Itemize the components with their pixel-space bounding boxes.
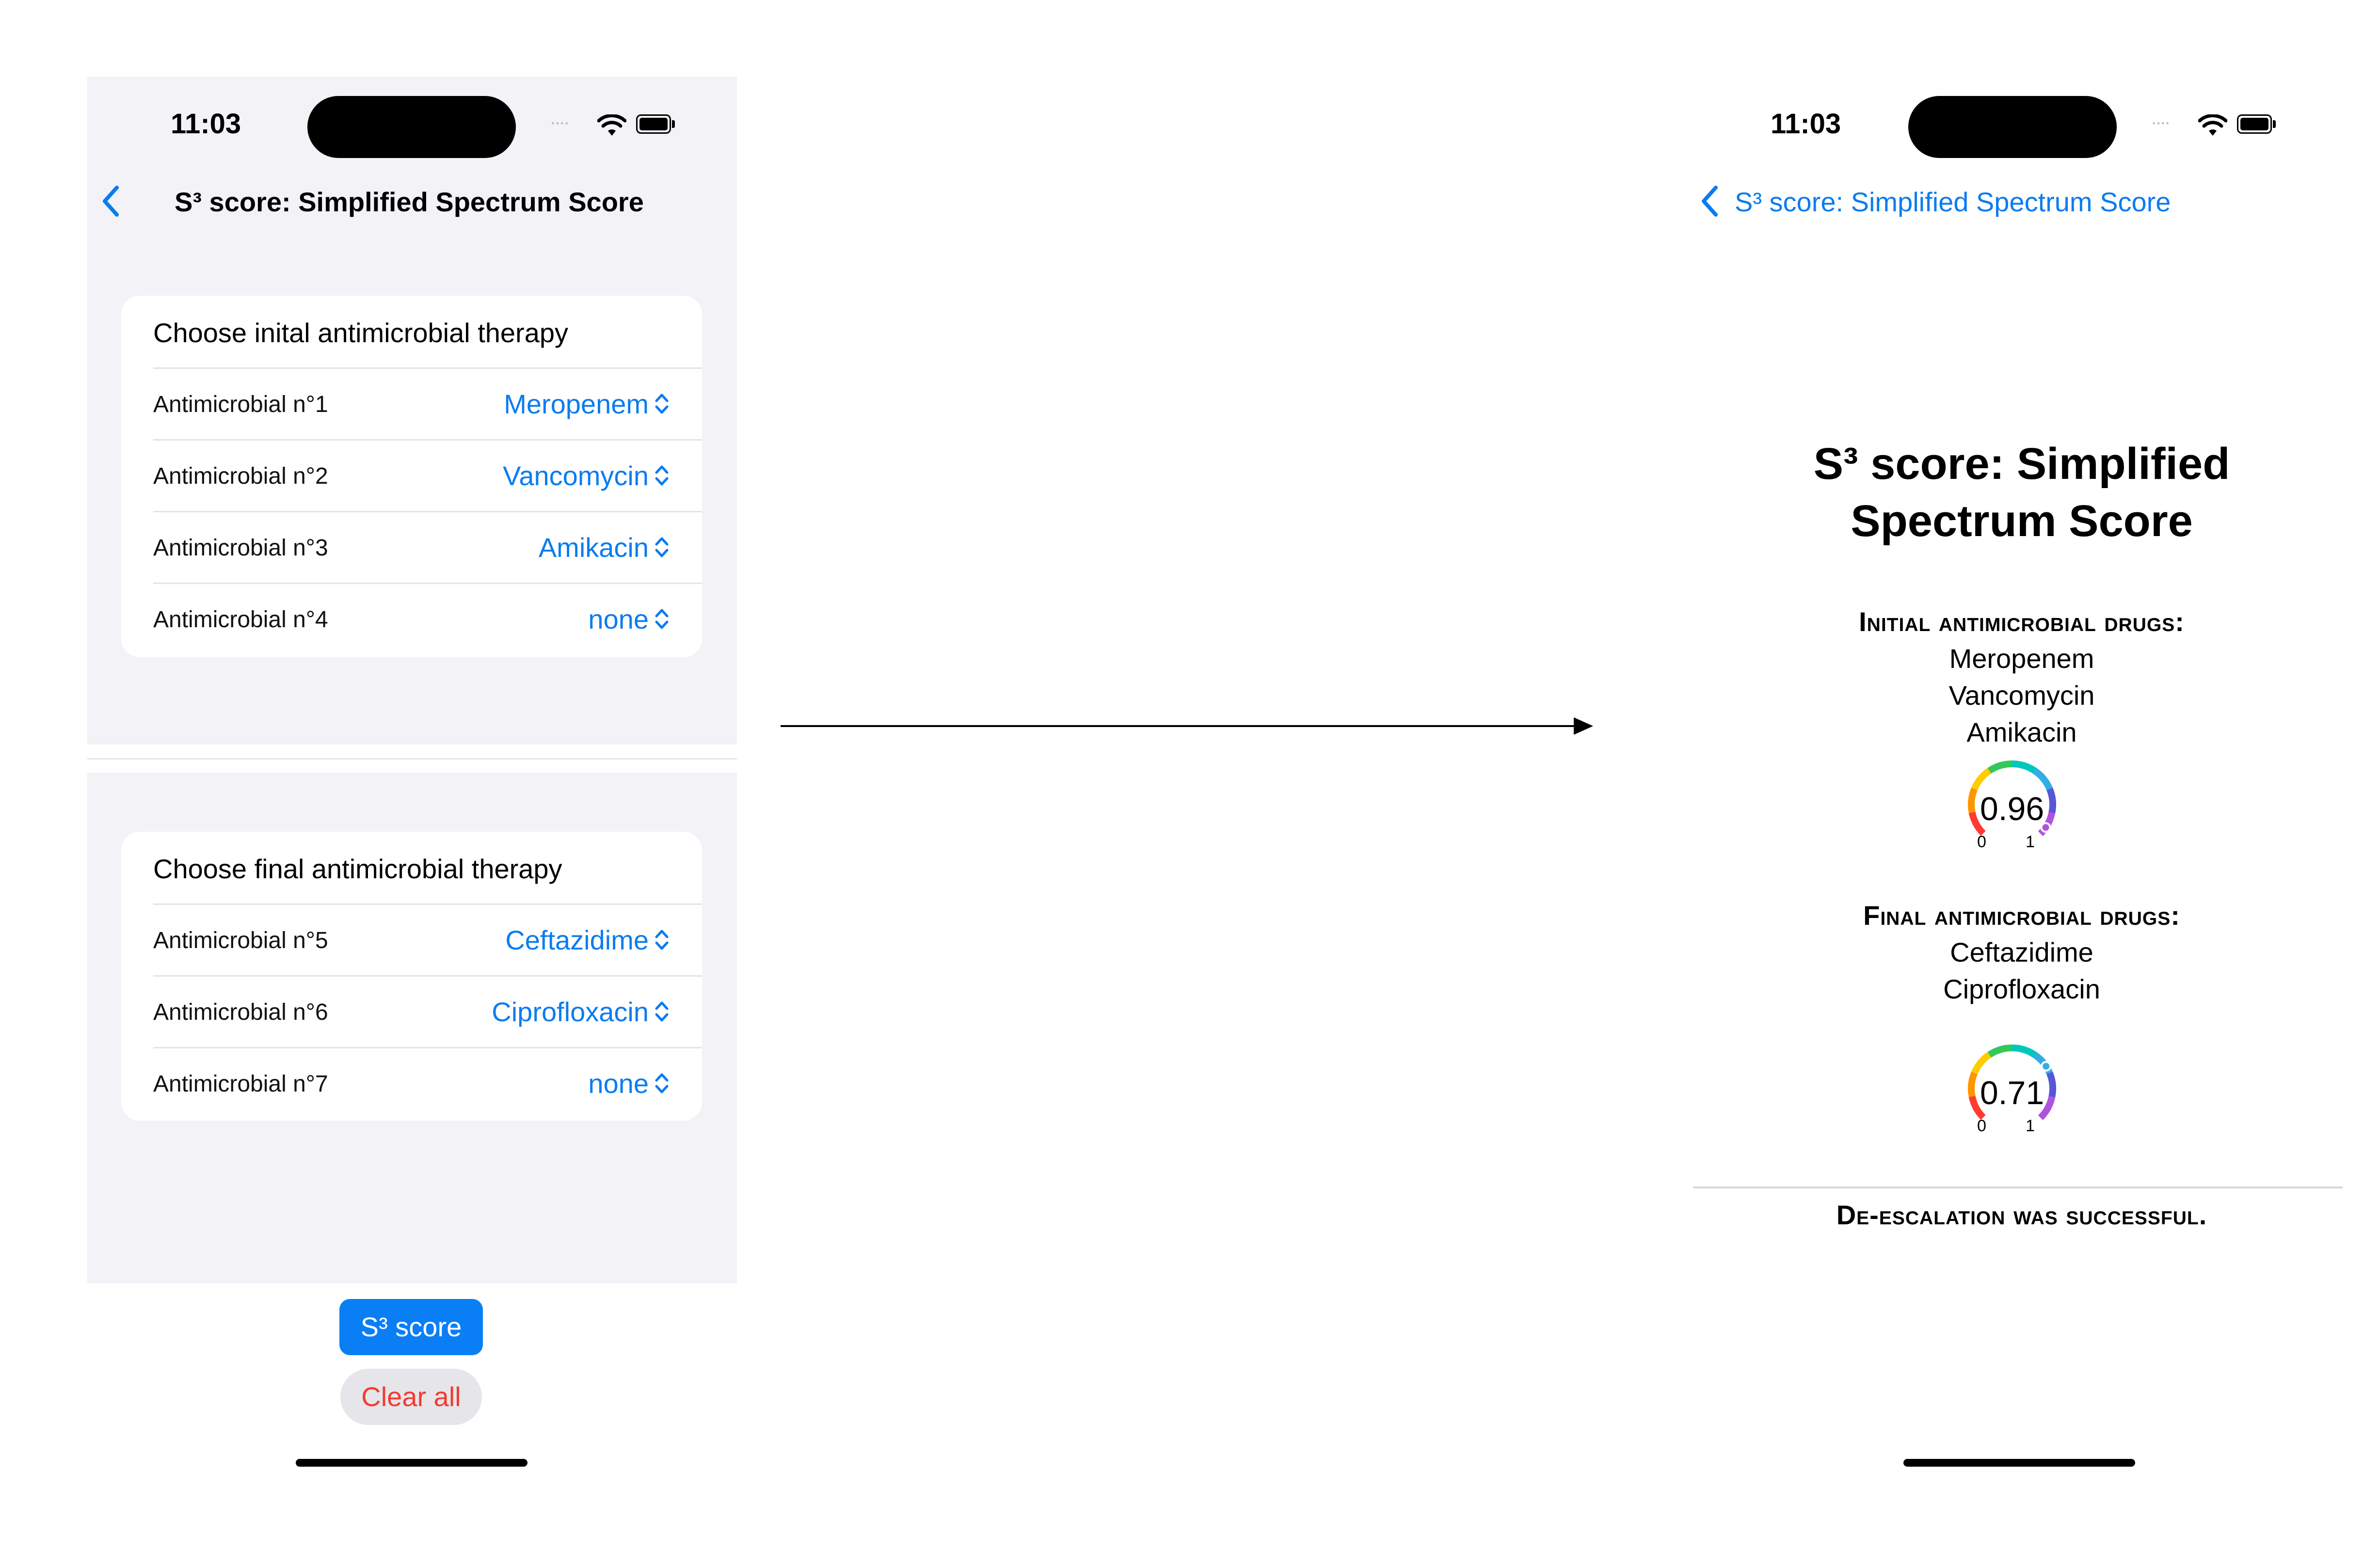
gauge-arc-segment <box>1987 760 2013 774</box>
chevron-up-down-icon <box>655 609 669 629</box>
s3-score-button[interactable]: S³ score <box>339 1299 483 1355</box>
chevron-up-down-icon <box>655 930 669 950</box>
gauge-marker <box>2043 1062 2050 1070</box>
gauge-arc-segment <box>1971 767 1992 791</box>
picker-value[interactable]: none <box>588 603 649 635</box>
picker-value[interactable]: Ciprofloxacin <box>492 996 649 1028</box>
back-chevron-icon[interactable] <box>101 185 120 217</box>
picker-value[interactable]: Meropenem <box>504 388 649 420</box>
wifi-icon <box>2198 114 2227 136</box>
final-drug: Ciprofloxacin <box>1943 974 2100 1004</box>
antimicrobial-row-5[interactable]: Antimicrobial n°5 Ceftazidime <box>153 903 702 977</box>
chevron-up-down-icon <box>655 537 669 557</box>
gauge-max-label: 1 <box>2026 1117 2035 1135</box>
row-label: Antimicrobial n°6 <box>153 999 328 1025</box>
row-label: Antimicrobial n°4 <box>153 607 328 633</box>
gauge-arc-segment <box>2032 768 2053 791</box>
dynamic-island <box>1908 96 2117 158</box>
gauge-min-label: 0 <box>1977 1117 1986 1135</box>
antimicrobial-row-6[interactable]: Antimicrobial n°6 Ciprofloxacin <box>153 975 702 1048</box>
row-label: Antimicrobial n°5 <box>153 928 328 953</box>
gauge-arc-segment <box>1971 1051 1992 1075</box>
result-divider <box>1693 1187 2343 1188</box>
cellular-signal-icon: ···· <box>2151 111 2171 133</box>
initial-drugs-heading: Initial antimicrobial drugs: <box>1859 606 2185 637</box>
initial-score-value: 0.96 <box>1980 791 2045 827</box>
nav-title: S³ score: Simplified Spectrum Score <box>175 187 644 217</box>
initial-drug: Meropenem <box>1949 643 2094 674</box>
initial-drug: Vancomycin <box>1949 680 2095 711</box>
antimicrobial-row-3[interactable]: Antimicrobial n°3 Amikacin <box>153 511 702 584</box>
battery-icon <box>2237 114 2276 134</box>
final-score-value: 0.71 <box>1980 1075 2045 1111</box>
chevron-up-down-icon <box>655 394 669 414</box>
picker-value[interactable]: Vancomycin <box>503 460 649 491</box>
row-label: Antimicrobial n°3 <box>153 535 328 561</box>
back-label: S³ score: Simplified Spectrum Score <box>1735 187 2171 217</box>
gauge-max-label: 1 <box>2026 833 2035 851</box>
arrow-right-icon <box>781 717 1593 735</box>
picker-value[interactable]: none <box>588 1068 649 1099</box>
result-title-line1: S³ score: Simplified <box>1813 439 2230 489</box>
final-drugs-heading: Final antimicrobial drugs: <box>1863 900 2180 931</box>
status-time: 11:03 <box>1771 108 1841 140</box>
gauge-arc-segment <box>1987 1045 2013 1058</box>
antimicrobial-row-1[interactable]: Antimicrobial n°1 Meropenem <box>153 367 702 441</box>
home-indicator <box>296 1459 527 1467</box>
clear-all-button[interactable]: Clear all <box>340 1369 482 1425</box>
antimicrobial-row-2[interactable]: Antimicrobial n°2 Vancomycin <box>153 439 702 512</box>
row-label: Antimicrobial n°1 <box>153 392 328 417</box>
battery-icon <box>636 114 675 134</box>
chevron-up-down-icon <box>655 1073 669 1093</box>
status-time: 11:03 <box>171 108 241 140</box>
initial-therapy-header: Choose inital antimicrobial therapy <box>153 317 568 348</box>
home-indicator <box>1903 1459 2135 1467</box>
gauge-arc-segment <box>2012 1045 2037 1058</box>
final-drug: Ceftazidime <box>1950 937 2093 967</box>
row-label: Antimicrobial n°7 <box>153 1071 328 1097</box>
cellular-signal-icon: ···· <box>550 111 570 133</box>
back-chevron-icon <box>1702 186 1718 217</box>
antimicrobial-row-7[interactable]: Antimicrobial n°7 none <box>153 1047 702 1120</box>
deescalation-result: De-escalation was successful. <box>1836 1200 2207 1230</box>
gauge-arc-segment <box>2012 760 2037 774</box>
chevron-up-down-icon <box>655 465 669 486</box>
picker-value[interactable]: Amikacin <box>539 532 649 563</box>
row-label: Antimicrobial n°2 <box>153 463 328 489</box>
final-therapy-header: Choose final antimicrobial therapy <box>153 854 562 884</box>
picker-value[interactable]: Ceftazidime <box>505 924 649 956</box>
chevron-up-down-icon <box>655 1001 669 1022</box>
antimicrobial-row-4[interactable]: Antimicrobial n°4 none <box>153 583 702 656</box>
gauge-min-label: 0 <box>1977 833 1986 851</box>
wifi-icon <box>597 114 626 136</box>
result-title-line2: Spectrum Score <box>1851 496 2193 546</box>
initial-drug: Amikacin <box>1966 717 2077 747</box>
dynamic-island <box>307 96 516 158</box>
separator-line <box>87 758 737 760</box>
